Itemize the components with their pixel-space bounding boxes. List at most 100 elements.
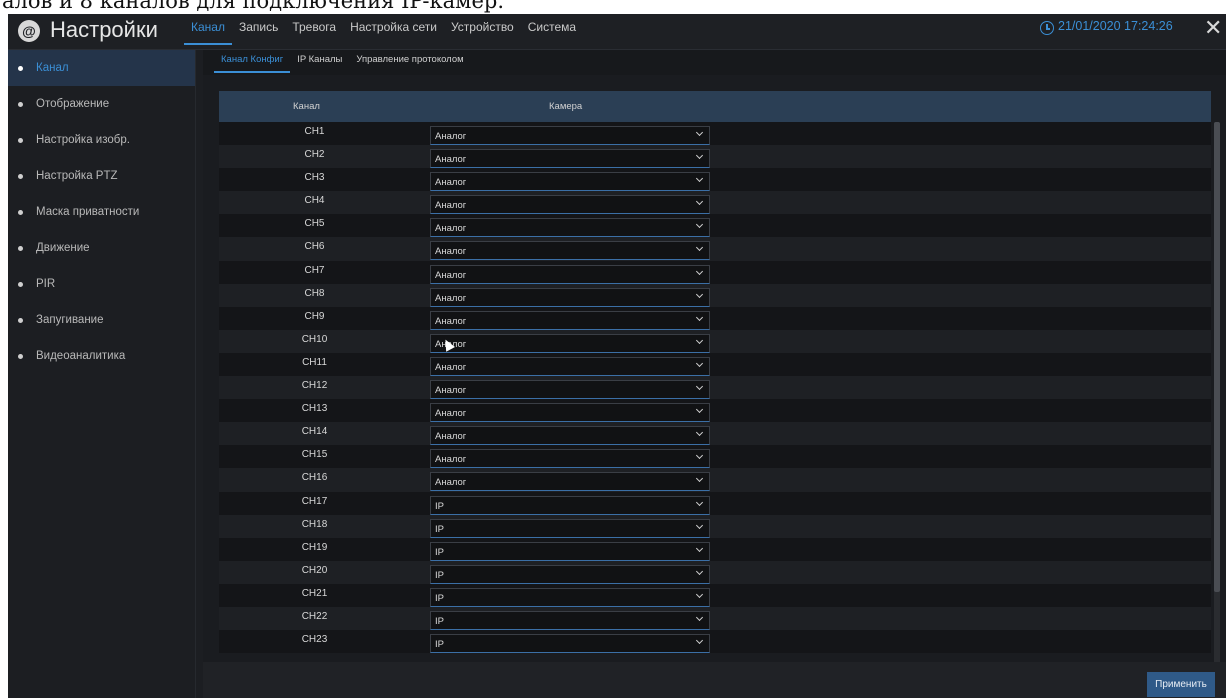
table-row: CH12 Аналог bbox=[219, 376, 1211, 400]
channel-label: CH6 bbox=[304, 241, 325, 253]
sidebar-item-4[interactable]: Маска приватности bbox=[8, 194, 195, 230]
camera-type-value: IP bbox=[435, 592, 444, 604]
table-scrollbar[interactable] bbox=[1214, 122, 1220, 680]
channel-label: CH23 bbox=[301, 634, 328, 646]
camera-type-select[interactable]: Аналог bbox=[430, 264, 710, 284]
table-row: CH10 Аналог bbox=[219, 329, 1211, 353]
camera-type-value: Аналог bbox=[435, 292, 467, 304]
camera-type-value: Аналог bbox=[435, 269, 467, 281]
table-row: CH7 Аналог bbox=[219, 260, 1211, 284]
chevron-down-icon bbox=[695, 475, 704, 483]
table-row: CH18 IP bbox=[219, 514, 1211, 538]
chevron-down-icon bbox=[695, 590, 704, 598]
camera-type-select[interactable]: Аналог bbox=[430, 333, 710, 353]
camera-type-select[interactable]: IP bbox=[430, 587, 710, 607]
chevron-down-icon bbox=[695, 152, 704, 160]
bullet-icon bbox=[18, 173, 23, 179]
sidebar-item-label: Отображение bbox=[36, 98, 110, 110]
subtabs: Канал Конфиг IP Каналы Управление протокол… bbox=[203, 50, 1226, 75]
table-row: CH22 IP bbox=[219, 606, 1211, 631]
column-header-camera: Камера bbox=[549, 101, 583, 112]
chevron-down-icon bbox=[695, 336, 704, 344]
sidebar-item-7[interactable]: Запугивание bbox=[8, 302, 195, 338]
main-tab-0[interactable]: Канал bbox=[184, 14, 232, 50]
camera-type-select[interactable]: Аналог bbox=[430, 218, 710, 238]
channel-label: CH1 bbox=[304, 126, 325, 137]
main-tab-3[interactable]: Настройка сети bbox=[343, 14, 444, 50]
bullet-icon bbox=[18, 245, 23, 251]
channel-label: CH5 bbox=[304, 218, 325, 230]
camera-type-select[interactable]: Аналог bbox=[430, 310, 710, 330]
camera-type-select[interactable]: Аналог bbox=[430, 172, 710, 192]
channel-label: CH17 bbox=[301, 495, 328, 507]
bullet-icon bbox=[18, 101, 23, 107]
sidebar-item-1[interactable]: Отображение bbox=[8, 86, 195, 122]
top-bar: @ Настройки Канал Запись Тревога Настройка … bbox=[8, 14, 1226, 50]
camera-type-select[interactable]: Аналог bbox=[430, 380, 710, 400]
channel-label: CH12 bbox=[301, 380, 328, 392]
chevron-down-icon bbox=[695, 498, 704, 506]
table-header: Канал Камера bbox=[219, 91, 1211, 122]
camera-type-select[interactable]: IP bbox=[430, 541, 710, 561]
sidebar-item-6[interactable]: PIR bbox=[8, 266, 195, 302]
camera-type-select[interactable]: IP bbox=[430, 518, 710, 538]
main-tab-4[interactable]: Устройство bbox=[444, 14, 521, 50]
table-row: CH23 IP bbox=[219, 630, 1211, 654]
table-row: CH1 Аналог bbox=[219, 122, 1211, 146]
subtab-2[interactable]: Управление протоколом bbox=[349, 50, 470, 75]
sidebar-item-label: Движение bbox=[36, 242, 90, 254]
chevron-down-icon bbox=[695, 313, 704, 321]
main-tab-5[interactable]: Система bbox=[521, 14, 583, 50]
chevron-down-icon bbox=[695, 521, 704, 529]
camera-type-select[interactable]: Аналог bbox=[430, 126, 710, 145]
camera-type-value: IP bbox=[435, 500, 444, 512]
camera-type-select[interactable]: Аналог bbox=[430, 195, 710, 215]
sidebar-item-0[interactable]: Канал bbox=[8, 50, 195, 86]
channel-label: CH20 bbox=[301, 564, 328, 576]
camera-type-select[interactable]: Аналог bbox=[430, 149, 710, 169]
subtab-1[interactable]: IP Каналы bbox=[290, 50, 349, 75]
channel-table: Канал Камера CH1 Аналог CH2 Аналог CH3 Аналог… bbox=[219, 91, 1221, 686]
bullet-icon bbox=[18, 317, 23, 323]
background-caption-text: алов и 8 каналов для подключения IP-каме… bbox=[0, 0, 1226, 14]
table-row: CH17 IP bbox=[219, 491, 1211, 515]
chevron-down-icon bbox=[695, 267, 704, 275]
camera-type-select[interactable]: Аналог bbox=[430, 287, 710, 307]
table-row: CH8 Аналог bbox=[219, 283, 1211, 307]
caption-text: алов и 8 каналов для подключения IP-каме… bbox=[2, 0, 504, 13]
main-tab-2[interactable]: Тревога bbox=[285, 14, 343, 50]
camera-type-select[interactable]: Аналог bbox=[430, 449, 710, 469]
camera-type-select[interactable]: Аналог bbox=[430, 356, 710, 376]
chevron-down-icon bbox=[695, 452, 704, 460]
chevron-down-icon bbox=[695, 244, 704, 252]
camera-type-select[interactable]: IP bbox=[430, 610, 710, 630]
camera-type-select[interactable]: Аналог bbox=[430, 472, 710, 492]
chevron-down-icon bbox=[695, 544, 704, 552]
camera-type-select[interactable]: IP bbox=[430, 564, 710, 584]
apply-button[interactable]: Применить bbox=[1147, 672, 1215, 697]
camera-type-select[interactable]: IP bbox=[430, 495, 710, 515]
sidebar: Канал Отображение Настройка изобр. Настройк… bbox=[8, 50, 196, 698]
channel-label: CH2 bbox=[304, 149, 325, 161]
subtab-0[interactable]: Канал Конфиг bbox=[214, 50, 291, 75]
chevron-down-icon bbox=[695, 637, 704, 645]
camera-type-select[interactable]: IP bbox=[430, 634, 710, 654]
sidebar-item-label: PIR bbox=[36, 278, 56, 290]
sidebar-item-2[interactable]: Настройка изобр. bbox=[8, 122, 195, 158]
sidebar-item-5[interactable]: Движение bbox=[8, 230, 195, 266]
bullet-icon bbox=[18, 209, 23, 215]
scrollbar-thumb[interactable] bbox=[1214, 122, 1220, 592]
sidebar-item-8[interactable]: Видеоаналитика bbox=[8, 338, 195, 374]
camera-type-select[interactable]: Аналог bbox=[430, 241, 710, 261]
camera-type-select[interactable]: Аналог bbox=[430, 426, 710, 446]
main-tab-1[interactable]: Запись bbox=[232, 14, 285, 50]
bullet-icon bbox=[18, 137, 23, 143]
channel-label: CH4 bbox=[304, 195, 325, 207]
camera-type-value: Аналог bbox=[435, 385, 467, 397]
channel-label: CH9 bbox=[304, 310, 325, 322]
chevron-down-icon bbox=[695, 406, 704, 414]
channel-label: CH18 bbox=[301, 518, 328, 530]
close-icon[interactable]: ✕ bbox=[1204, 16, 1222, 40]
sidebar-item-3[interactable]: Настройка PTZ bbox=[8, 158, 195, 194]
camera-type-select[interactable]: Аналог bbox=[430, 403, 710, 423]
